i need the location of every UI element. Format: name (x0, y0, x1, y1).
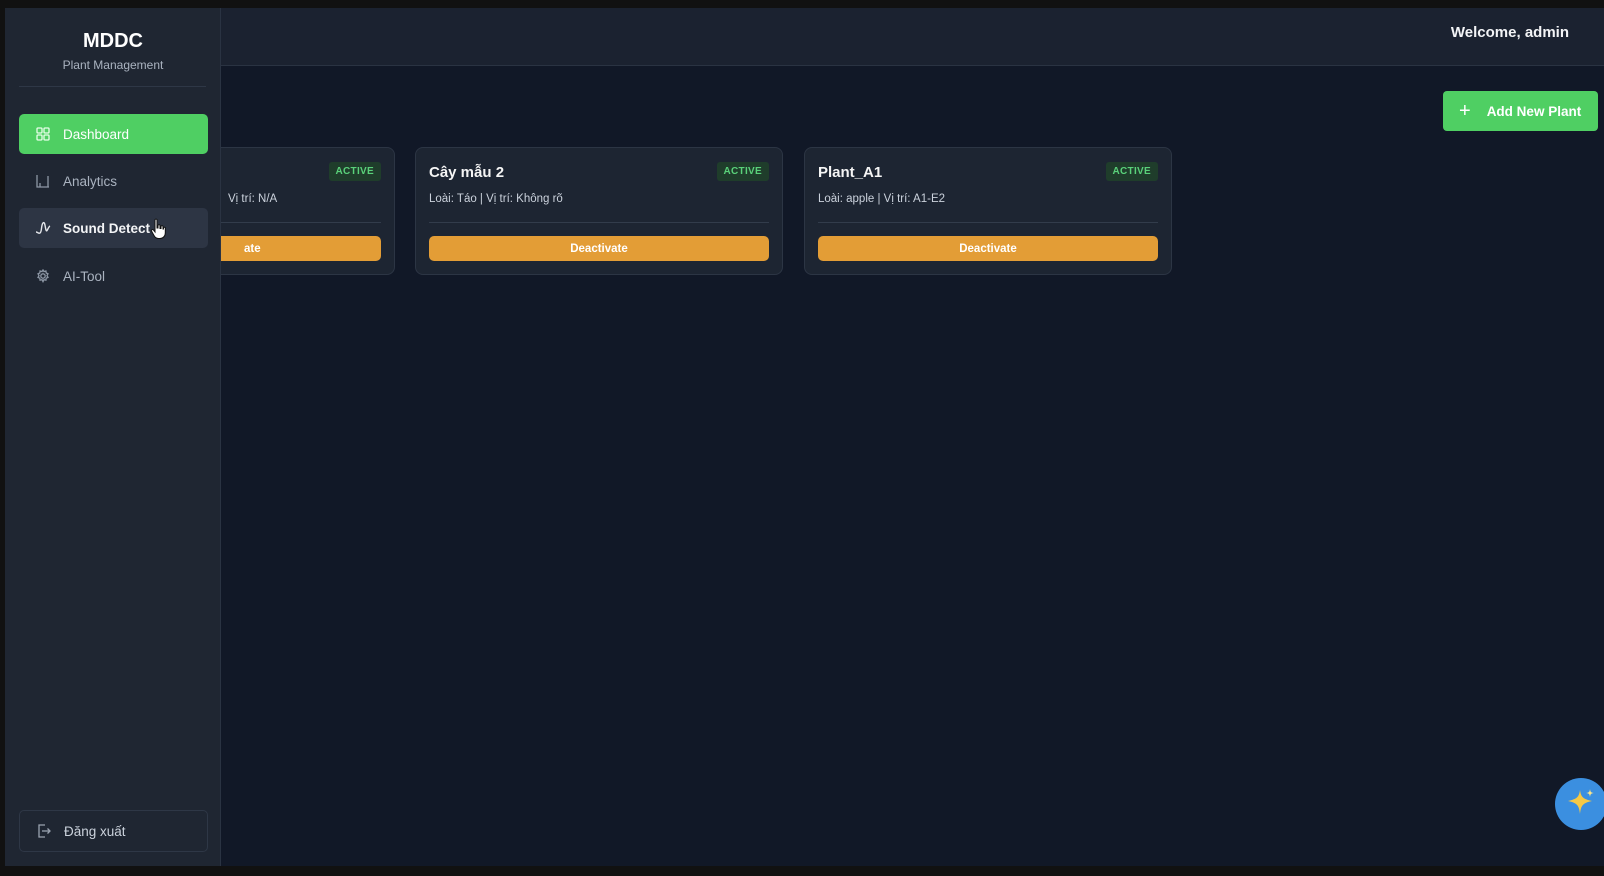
plant-meta: Loài: apple | Vị trí: A1-E2 (818, 193, 946, 205)
plant-name: Plant_A1 (818, 164, 883, 181)
logout-label: Đăng xuất (64, 823, 126, 839)
hand-cursor-icon (150, 218, 166, 240)
brand-subtitle: Plant Management (62, 58, 164, 72)
sidebar-item-analytics[interactable]: Analytics (19, 161, 208, 201)
logout-icon (36, 823, 52, 839)
sidebar-item-label: Dashboard (63, 126, 130, 142)
screen-frame: Welcome, admin + Add New Plant ACTIVE Vị… (0, 0, 1604, 876)
ai-assistant-button[interactable] (1555, 778, 1604, 830)
waveform-icon (35, 220, 51, 236)
sidebar-item-ai-tool[interactable]: AI-Tool (19, 256, 208, 296)
welcome-text: Welcome, admin (1450, 24, 1569, 41)
plant-name: Cây mẫu 2 (429, 164, 505, 181)
brand-title: MDDC (83, 30, 143, 52)
add-new-plant-button[interactable]: + Add New Plant (1443, 91, 1598, 131)
grid-icon (35, 126, 51, 142)
deactivate-button[interactable]: Deactivate (429, 236, 769, 261)
logout-button[interactable]: Đăng xuất (19, 810, 208, 852)
sidebar-divider (19, 86, 206, 87)
status-badge: ACTIVE (1105, 162, 1158, 181)
main-content: + Add New Plant ACTIVE Vị trí: N/A ate C… (27, 66, 1604, 866)
plant-card: Cây mẫu 2 ACTIVE Loài: Táo | Vị trí: Khô… (415, 147, 783, 275)
sidebar-item-label: Analytics (63, 173, 118, 189)
sidebar-item-label: AI-Tool (63, 268, 106, 284)
chart-icon (35, 173, 51, 189)
status-badge: ACTIVE (716, 162, 769, 181)
deactivate-button[interactable]: Deactivate (818, 236, 1158, 261)
sidebar-item-label: Sound Detect (63, 220, 151, 236)
plus-icon: + (1459, 100, 1471, 122)
top-bar: Welcome, admin (5, 8, 1604, 66)
card-divider (818, 222, 1158, 223)
sidebar-item-dashboard[interactable]: Dashboard (19, 114, 208, 154)
card-divider (429, 222, 769, 223)
app-window: Welcome, admin + Add New Plant ACTIVE Vị… (5, 8, 1604, 866)
plant-card: Plant_A1 ACTIVE Loài: apple | Vị trí: A1… (804, 147, 1172, 275)
sparkle-icon (1566, 787, 1596, 822)
plant-meta: Loài: Táo | Vị trí: Không rõ (429, 193, 563, 205)
sidebar-item-sound-detect[interactable]: Sound Detect (19, 208, 208, 248)
plant-meta: Vị trí: N/A (228, 193, 278, 205)
sidebar: MDDC Plant Management Dashboard Analytic… (5, 8, 221, 866)
add-new-plant-label: Add New Plant (1486, 103, 1582, 119)
gear-icon (35, 268, 51, 284)
status-badge: ACTIVE (328, 162, 381, 181)
